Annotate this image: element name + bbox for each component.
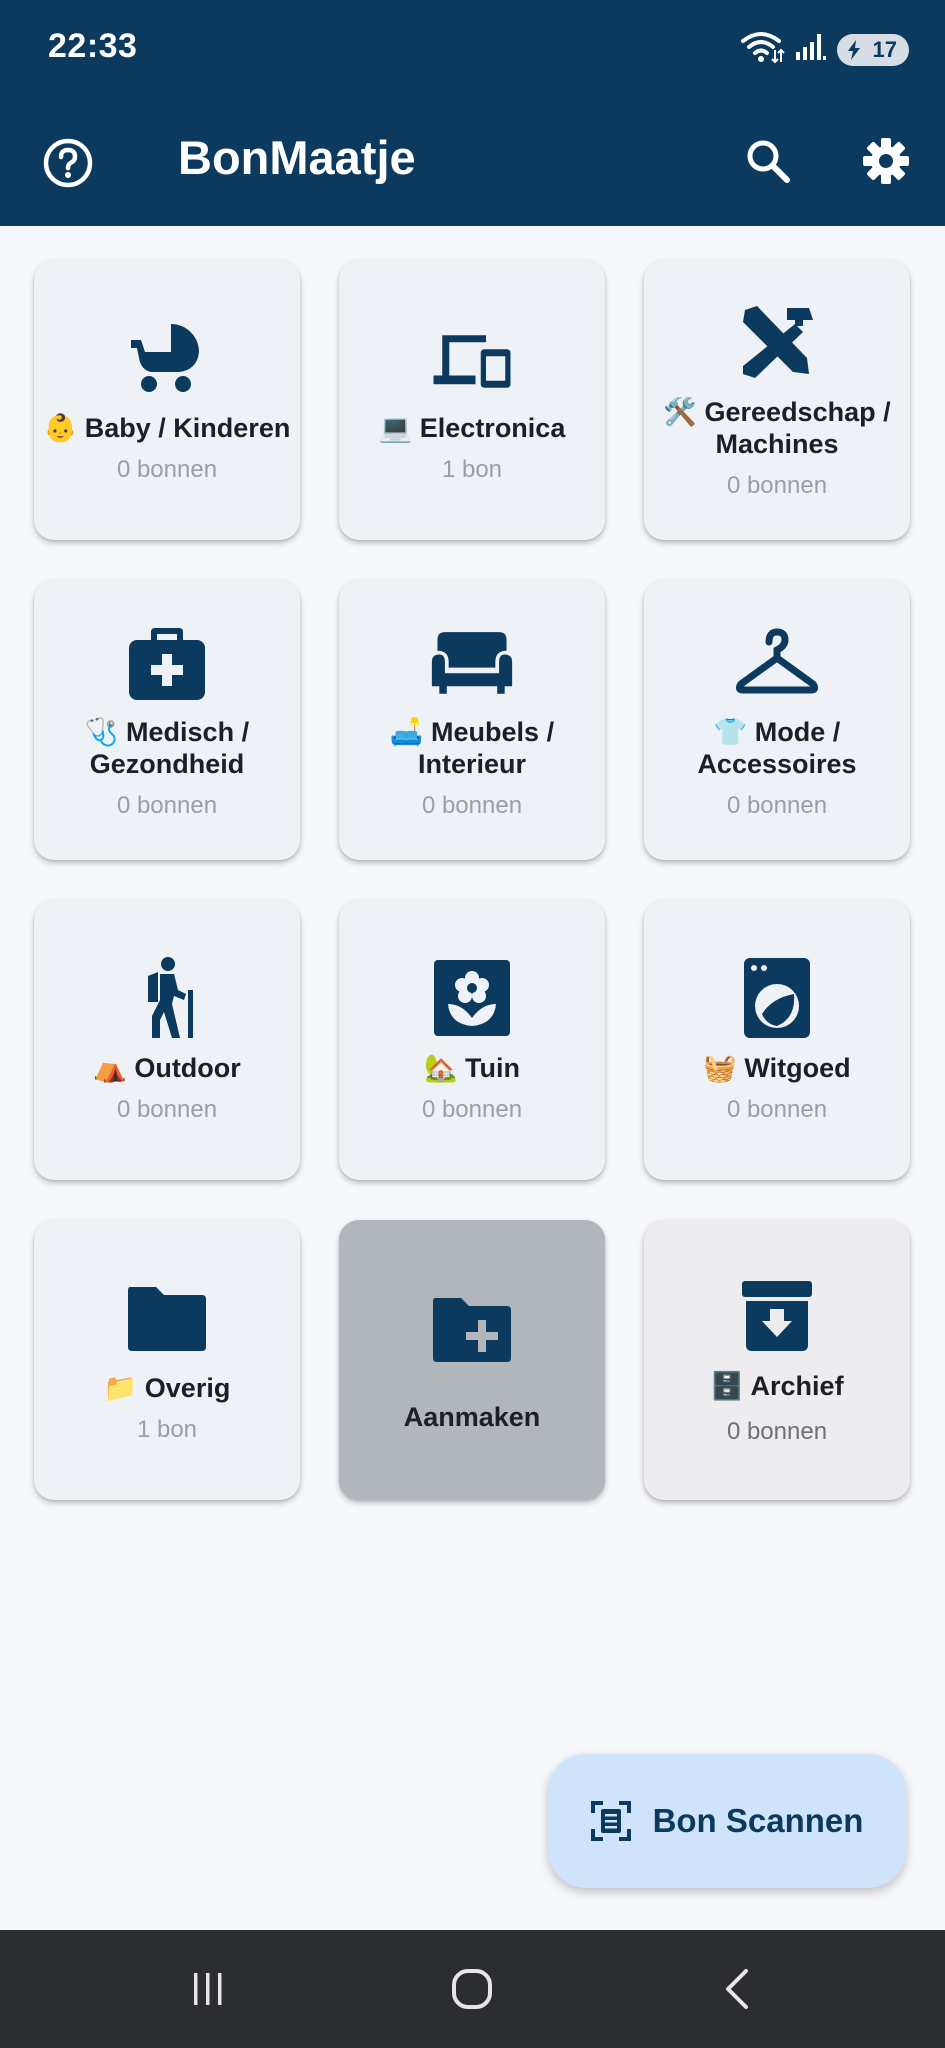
help-button[interactable]	[40, 135, 96, 191]
signal-icon	[795, 32, 827, 67]
category-count: 0 bonnen	[116, 456, 218, 483]
folder-icon	[125, 1276, 209, 1360]
battery-charging-icon	[848, 39, 860, 60]
category-tile-tuin[interactable]: 🏡 Tuin 0 bonnen	[339, 900, 605, 1180]
archive-icon	[735, 1274, 819, 1358]
create-category-label: Aanmaken	[403, 1402, 541, 1432]
folder-plus-icon	[430, 1287, 514, 1371]
category-label: 🧺 Witgoed	[703, 1053, 851, 1083]
archive-label: 🗄️ Archief	[710, 1371, 844, 1401]
settings-button[interactable]	[858, 133, 914, 189]
scan-document-icon	[590, 1801, 631, 1841]
category-label: ⛺ Outdoor	[93, 1053, 241, 1083]
tools-icon	[735, 300, 819, 384]
category-count: 1 bon	[441, 456, 503, 483]
home-button[interactable]	[447, 1964, 497, 2014]
category-tile-overig[interactable]: 📁 Overig 1 bon	[34, 1220, 300, 1500]
category-label: 🏡 Tuin	[423, 1053, 521, 1083]
search-icon	[747, 140, 790, 183]
stroller-icon	[125, 316, 209, 400]
recent-apps-button[interactable]	[183, 1964, 233, 2014]
scan-receipt-button[interactable]: Bon Scannen	[548, 1754, 906, 1888]
category-tile-mode[interactable]: 👕 Mode / Accessoires 0 bonnen	[644, 580, 910, 860]
gear-icon	[863, 138, 909, 184]
category-count: 0 bonnen	[726, 1096, 828, 1123]
back-button[interactable]	[713, 1964, 763, 2014]
system-nav-bar	[0, 1930, 945, 2048]
header: 22:33 17 BonMaatje	[0, 0, 945, 226]
battery-level: 17	[872, 36, 897, 62]
battery-indicator: 17	[837, 33, 909, 66]
devices-icon	[430, 316, 514, 400]
category-count: 0 bonnen	[421, 792, 523, 819]
archive-tile[interactable]: 🗄️ Archief 0 bonnen	[644, 1220, 910, 1500]
status-icons: 17	[741, 30, 909, 69]
home-icon	[452, 1969, 492, 2009]
category-tile-baby[interactable]: 👶 Baby / Kinderen 0 bonnen	[34, 260, 300, 540]
create-category-tile[interactable]: Aanmaken	[339, 1220, 605, 1500]
category-label: 👶 Baby / Kinderen	[43, 413, 291, 443]
category-label: 🛠️ Gereedschap / Machines	[663, 397, 891, 459]
category-tile-electronica[interactable]: 💻 Electronica 1 bon	[339, 260, 605, 540]
category-label: 👕 Mode / Accessoires	[697, 717, 857, 779]
hanger-icon	[735, 620, 819, 704]
app-bar: BonMaatje	[0, 100, 945, 226]
status-bar: 22:33 17	[0, 0, 945, 100]
category-label: 🛋️ Meubels / Interieur	[389, 717, 555, 779]
sofa-icon	[430, 620, 514, 704]
category-label: 🩺 Medisch / Gezondheid	[84, 717, 250, 779]
help-circle-icon	[43, 138, 93, 188]
category-count: 0 bonnen	[116, 1096, 218, 1123]
washing-machine-icon	[735, 956, 819, 1040]
app-screen: 22:33 17 BonMaatje 👶 Baby / Kinderen 0 b…	[0, 0, 945, 2048]
category-tile-gereedschap[interactable]: 🛠️ Gereedschap / Machines 0 bonnen	[644, 260, 910, 540]
status-time: 22:33	[48, 27, 138, 65]
category-tile-meubels[interactable]: 🛋️ Meubels / Interieur 0 bonnen	[339, 580, 605, 860]
archive-count: 0 bonnen	[726, 1418, 828, 1445]
category-count: 0 bonnen	[116, 792, 218, 819]
category-tile-outdoor[interactable]: ⛺ Outdoor 0 bonnen	[34, 900, 300, 1180]
category-tile-witgoed[interactable]: 🧺 Witgoed 0 bonnen	[644, 900, 910, 1180]
category-tile-medisch[interactable]: 🩺 Medisch / Gezondheid 0 bonnen	[34, 580, 300, 860]
hiker-icon	[125, 956, 209, 1040]
category-count: 1 bon	[136, 1416, 198, 1443]
flower-icon	[430, 956, 514, 1040]
category-count: 0 bonnen	[726, 792, 828, 819]
app-title: BonMaatje	[178, 131, 416, 184]
category-label: 💻 Electronica	[378, 413, 566, 443]
search-button[interactable]	[740, 133, 796, 189]
category-count: 0 bonnen	[726, 472, 828, 499]
category-count: 0 bonnen	[421, 1096, 523, 1123]
medical-bag-icon	[125, 620, 209, 704]
scan-receipt-label: Bon Scannen	[652, 1802, 864, 1839]
category-grid: 👶 Baby / Kinderen 0 bonnen 💻 Electronica…	[34, 260, 911, 1500]
wifi-icon	[741, 30, 785, 69]
recent-apps-icon	[194, 1973, 222, 2005]
category-label: 📁 Overig	[103, 1373, 231, 1403]
back-icon	[726, 1969, 748, 2009]
